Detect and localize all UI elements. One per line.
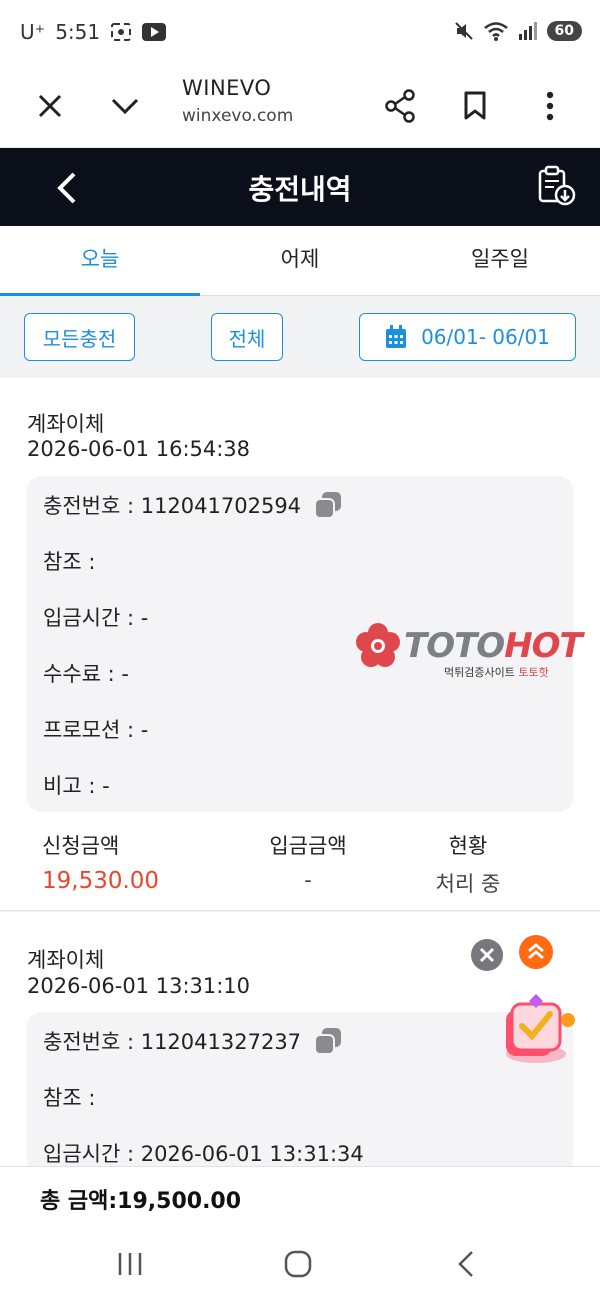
- charge-type-filter[interactable]: 모든충전: [24, 313, 135, 361]
- period-tabs: 오늘 어제 일주일: [0, 226, 600, 296]
- watermark-brand: TOTOHOT: [404, 626, 583, 666]
- status-col: 현황 처리 중: [418, 830, 518, 898]
- charge-number-row: 충전번호 : 112041327237: [43, 1026, 343, 1056]
- charge-number: 충전번호 : 112041702594: [43, 494, 302, 518]
- home-button[interactable]: [276, 1242, 320, 1286]
- site-info[interactable]: WINEVO winxevo.com: [182, 76, 293, 126]
- copy-icon[interactable]: [313, 490, 343, 520]
- minimize-button[interactable]: [101, 82, 149, 130]
- status-value: 처리 중: [435, 872, 501, 896]
- browser-toolbar: WINEVO winxevo.com: [0, 68, 600, 148]
- status-label: 현황: [448, 834, 488, 858]
- signal-icon: [518, 22, 537, 40]
- cancel-request-button[interactable]: [471, 939, 503, 971]
- total-amount: 총 금액:19,500.00: [40, 1189, 242, 1214]
- watermark-sub-accent: 토토핫: [518, 666, 549, 679]
- carrier-label: U⁺: [20, 20, 46, 44]
- screenshot-icon: [111, 23, 132, 41]
- date-range-label: 06/01- 06/01: [421, 325, 550, 349]
- charge-number: 충전번호 : 112041327237: [43, 1030, 302, 1054]
- filter-row: 모든충전 전체 06/01- 06/01: [0, 296, 600, 378]
- clipboard-download-icon: [538, 165, 576, 206]
- payment-method: 계좌이체: [27, 948, 105, 972]
- scroll-top-button[interactable]: [519, 935, 553, 969]
- system-nav-bar: [0, 1226, 600, 1300]
- battery-indicator: 60: [546, 21, 582, 41]
- clock: 5:51: [55, 20, 101, 44]
- total-bar: 총 금액:19,500.00: [0, 1166, 600, 1226]
- deposit-amount-col: 입금금액 -: [258, 830, 358, 892]
- site-title: WINEVO: [182, 76, 272, 100]
- detail-box: 충전번호 : 112041327237 참조 : 입금시간 : 2026-06-…: [27, 1012, 573, 1166]
- watermark: TOTOHOT 먹튀검증사이트 토토핫: [352, 620, 600, 690]
- download-history-button[interactable]: [534, 164, 578, 208]
- request-datetime: 2026-06-01 13:31:10: [27, 974, 251, 998]
- bookmark-button[interactable]: [451, 82, 499, 130]
- fee-row: 수수료 : -: [43, 662, 129, 686]
- reference-row: 참조 :: [43, 1086, 96, 1110]
- requested-amount-col: 신청금액 19,530.00: [42, 830, 159, 894]
- charge-number-row: 충전번호 : 112041702594: [43, 490, 343, 520]
- calendar-icon: [386, 325, 407, 348]
- watermark-brand-accent: HOT: [504, 626, 583, 666]
- wifi-icon: [483, 22, 508, 41]
- note-row: 비고 : -: [43, 774, 110, 798]
- tab-yesterday[interactable]: 어제: [200, 226, 400, 295]
- recent-apps-button[interactable]: [108, 1242, 152, 1286]
- tab-week[interactable]: 일주일: [400, 226, 600, 295]
- close-icon: [38, 94, 62, 118]
- deposit-time-row: 입금시간 : -: [43, 606, 149, 630]
- watermark-sub-main: 먹튀검증사이트: [444, 666, 519, 679]
- watermark-subtitle: 먹튀검증사이트 토토핫: [444, 664, 549, 680]
- requested-amount-value: 19,530.00: [42, 868, 160, 894]
- back-nav-button[interactable]: [444, 1242, 488, 1286]
- more-options-button[interactable]: [526, 82, 574, 130]
- deposit-time-row: 입금시간 : 2026-06-01 13:31:34: [43, 1142, 364, 1166]
- date-range-picker[interactable]: 06/01- 06/01: [359, 313, 576, 361]
- reward-event-icon[interactable]: [496, 992, 578, 1070]
- reference-row: 참조 :: [43, 550, 96, 574]
- status-bar: U⁺ 5:51 60: [0, 0, 600, 68]
- deposit-amount-value: -: [304, 868, 312, 892]
- watermark-brand-main: TOTO: [404, 626, 505, 666]
- deposit-amount-label: 입금금액: [269, 834, 347, 858]
- page-title: 충전내역: [248, 173, 352, 206]
- mute-icon: [454, 22, 473, 40]
- share-button[interactable]: [376, 82, 424, 130]
- site-url: winxevo.com: [182, 106, 294, 126]
- more-vert-icon: [546, 91, 554, 121]
- flower-logo-icon: [356, 623, 400, 667]
- share-icon: [385, 89, 415, 123]
- promotion-row: 프로모션 : -: [43, 718, 149, 742]
- youtube-icon: [142, 23, 167, 41]
- payment-method: 계좌이체: [27, 412, 105, 436]
- requested-amount-label: 신청금액: [42, 834, 120, 858]
- bookmark-icon: [464, 91, 486, 120]
- status-filter[interactable]: 전체: [211, 313, 283, 361]
- request-datetime: 2026-06-01 16:54:38: [27, 437, 251, 461]
- chevron-down-icon: [111, 98, 139, 115]
- copy-icon[interactable]: [313, 1026, 343, 1056]
- tab-today[interactable]: 오늘: [0, 226, 200, 296]
- app-header: 충전내역: [0, 148, 600, 226]
- close-tab-button[interactable]: [26, 82, 74, 130]
